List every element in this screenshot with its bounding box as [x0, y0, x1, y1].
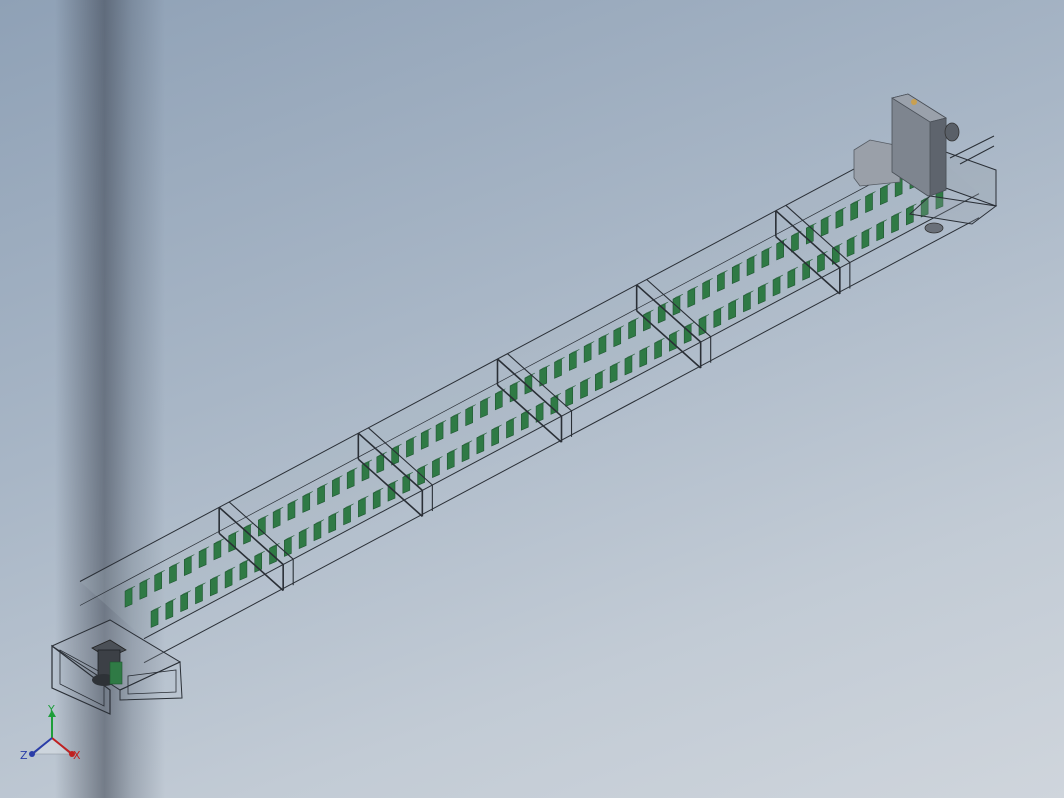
flight-paddle: [169, 564, 177, 584]
flight-paddle: [624, 355, 633, 376]
flight-paddle: [865, 193, 873, 213]
flight-paddle: [491, 426, 499, 447]
flight-paddle: [358, 497, 366, 518]
flight-paddle: [272, 508, 281, 529]
flight-paddle: [446, 450, 455, 471]
flight-paddle: [317, 485, 325, 506]
flight-paddle: [746, 256, 755, 277]
flight-paddle: [476, 434, 485, 455]
flight-paddle: [402, 473, 411, 494]
flight-paddle: [461, 442, 470, 463]
flight-paddle: [346, 469, 355, 490]
flight-paddle: [406, 437, 414, 458]
flight-paddle: [639, 347, 648, 368]
flight-paddle: [569, 350, 577, 371]
flight-paddle: [791, 232, 799, 253]
flight-paddle: [687, 287, 696, 308]
flight-paddle: [432, 458, 440, 478]
flight-paddle: [450, 414, 459, 434]
flight-paddle: [139, 579, 148, 600]
flight-paddle: [343, 505, 351, 526]
flight-paddle: [494, 390, 503, 411]
flight-paddle: [287, 500, 296, 521]
graphics-viewport[interactable]: Y Z X: [0, 0, 1064, 798]
flight-paddle: [302, 492, 311, 513]
flight-paddle: [595, 371, 603, 392]
flight-paddle: [465, 406, 473, 427]
flight-paddle: [702, 279, 710, 300]
flight-paddle: [787, 268, 796, 289]
flight-paddle: [880, 185, 888, 206]
flight-paddle: [713, 308, 722, 328]
flight-paddle: [180, 592, 188, 613]
flight-paddle: [298, 529, 307, 549]
flight-paddle: [209, 576, 218, 597]
flight-paddle: [313, 521, 322, 542]
flight-paddle: [761, 248, 770, 269]
flight-paddle: [195, 584, 203, 605]
flight-paddle: [698, 315, 707, 336]
tail-end-box[interactable]: [50, 619, 183, 715]
flight-paddle: [731, 264, 740, 285]
flight-paddle: [284, 536, 292, 557]
triad-z-label: Z: [20, 749, 28, 762]
flight-paddle: [846, 237, 855, 257]
flight-paddle: [435, 421, 444, 442]
flight-paddle: [628, 319, 636, 340]
flight-paddle: [506, 418, 514, 439]
flight-paddle: [861, 229, 870, 250]
triad-x-label: X: [73, 749, 81, 762]
flight-paddle: [820, 216, 829, 237]
flight-paddle: [598, 335, 607, 356]
flight-paddle: [580, 379, 588, 400]
flight-paddle: [876, 221, 885, 242]
flight-paddle: [728, 300, 736, 321]
flight-paddle: [124, 587, 133, 608]
flight-paddle: [417, 465, 425, 486]
flight-paddle: [480, 398, 488, 419]
flight-paddle: [609, 363, 618, 384]
flight-paddle: [891, 213, 899, 234]
flight-paddle: [817, 252, 825, 273]
flight-paddle: [420, 429, 429, 450]
flight-paddle: [328, 513, 337, 534]
flight-paddle: [565, 387, 574, 407]
flight-paddle: [376, 453, 385, 474]
flight-paddle: [743, 292, 751, 313]
flight-paddle: [520, 410, 529, 431]
conveyor-model[interactable]: [0, 0, 1064, 798]
flight-paddle: [198, 548, 207, 569]
flight-paddle: [772, 276, 781, 297]
flight-paddle: [850, 200, 859, 221]
flight-paddle: [583, 343, 592, 363]
flight-paddle: [372, 489, 381, 510]
flight-paddle: [224, 568, 233, 589]
flight-paddle: [613, 327, 622, 348]
flight-paddle: [332, 477, 340, 498]
axis-triad[interactable]: Y Z X: [18, 704, 88, 774]
flight-paddle: [835, 208, 844, 229]
flight-paddle: [183, 556, 192, 577]
flight-paddle: [154, 571, 162, 592]
flight-paddle: [239, 560, 248, 581]
flight-paddle: [654, 339, 662, 360]
flight-paddle: [906, 205, 914, 226]
flight-paddle: [683, 323, 692, 344]
triad-y-label: Y: [48, 703, 55, 716]
flight-paddle: [717, 271, 725, 292]
flight-paddle: [165, 600, 174, 621]
flight-paddle: [757, 284, 766, 305]
flight-paddle: [554, 358, 562, 379]
flight-paddle: [150, 607, 159, 628]
flight-paddle: [213, 540, 222, 561]
